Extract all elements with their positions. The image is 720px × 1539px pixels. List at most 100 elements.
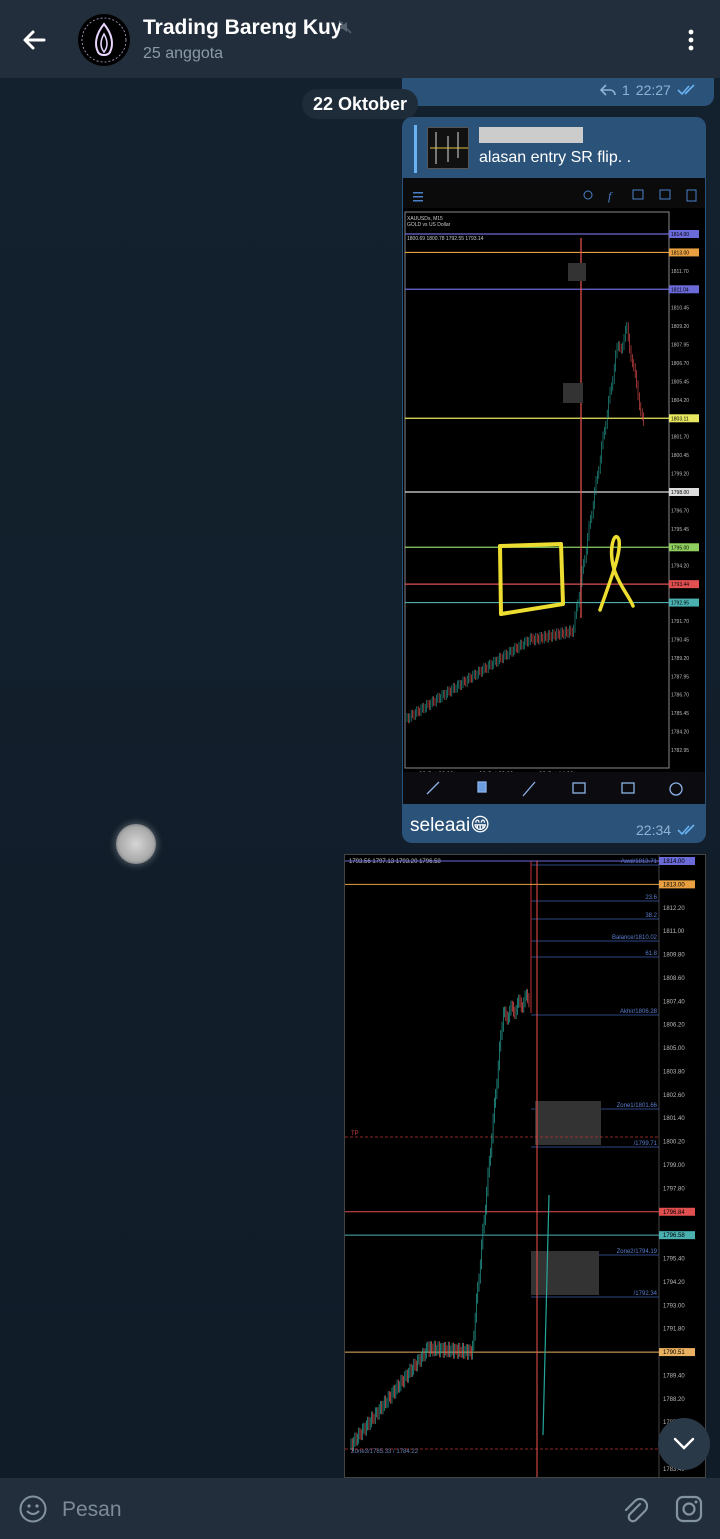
chart2-tp-label: TP bbox=[351, 1131, 359, 1137]
chart2-ohlc: 1793.56 1797.13 1793.20 1796.58 bbox=[349, 859, 441, 865]
chart-1-svg: f XAUUSDs, M15 GOLD vs US Dollar 1800.69… bbox=[403, 178, 705, 804]
chart1-zone-box bbox=[563, 383, 583, 403]
message-meta: 22:34 bbox=[636, 822, 697, 838]
chart2-price-label: 1794.20 bbox=[663, 1280, 685, 1286]
chart1-price-label: 1786.70 bbox=[671, 693, 689, 699]
chart1-price-label: 1792.95 bbox=[671, 601, 689, 607]
chart2-price-label: 1812.20 bbox=[663, 906, 685, 912]
chart1-price-label: 1799.20 bbox=[671, 472, 689, 478]
scroll-down-button[interactable] bbox=[658, 1418, 710, 1470]
flame-logo-icon bbox=[79, 15, 129, 65]
emoji-icon[interactable] bbox=[18, 1494, 48, 1524]
chart1-price-label: 1813.00 bbox=[671, 250, 689, 256]
message-caption: seleaai😁 bbox=[410, 815, 491, 836]
chart-screenshot-1[interactable]: f XAUUSDs, M15 GOLD vs US Dollar 1800.69… bbox=[403, 178, 705, 804]
chart2-price-label: 1790.51 bbox=[663, 1350, 685, 1356]
chart1-zone-box bbox=[568, 263, 586, 281]
chart2-price-label: 1797.80 bbox=[663, 1186, 685, 1192]
chart1-price-label: 1793.44 bbox=[671, 582, 689, 588]
chart2-price-label: 1803.80 bbox=[663, 1069, 685, 1075]
message-input[interactable]: Pesan bbox=[62, 1498, 122, 1522]
chart1-price-label: 1798.00 bbox=[671, 490, 689, 496]
chart1-price-label: 1794.20 bbox=[671, 564, 689, 570]
chart1-price-label: 1806.70 bbox=[671, 361, 689, 367]
double-check-icon bbox=[677, 84, 695, 96]
chart2-fib-label: /1799.71 bbox=[634, 1141, 658, 1147]
chart2-zone1-box bbox=[535, 1101, 601, 1145]
more-options-icon[interactable] bbox=[680, 28, 702, 52]
chart2-fib-label: Balance/1810.02 bbox=[612, 935, 658, 941]
chart1-price-label: 1814.00 bbox=[671, 232, 689, 238]
chart1-price-label: 1791.70 bbox=[671, 619, 689, 625]
floating-dot bbox=[116, 824, 156, 864]
chart2-price-label: 1809.80 bbox=[663, 953, 685, 959]
chart1-price-label: 1807.95 bbox=[671, 343, 689, 349]
chart2-fib-label: Akhir/1806.28 bbox=[620, 1009, 658, 1015]
chart1-price-label: 1803.11 bbox=[671, 416, 689, 422]
previous-message-meta: 1 22:27 bbox=[600, 82, 697, 98]
chart1-price-label: 1795.00 bbox=[671, 545, 689, 551]
chart2-price-label: 1791.80 bbox=[663, 1327, 685, 1333]
reply-preview[interactable]: alasan entry SR flip. . bbox=[414, 125, 694, 173]
chart1-price-label: 1811.70 bbox=[671, 269, 689, 275]
member-count: 25 anggota bbox=[143, 45, 224, 62]
back-arrow-icon[interactable] bbox=[18, 24, 50, 56]
chart2-fib-label: 38.2 bbox=[645, 913, 657, 919]
chart1-price-label: 1790.45 bbox=[671, 637, 689, 643]
reply-arrow-icon bbox=[600, 84, 616, 96]
chart1-price-label: 1804.20 bbox=[671, 398, 689, 404]
chart1-price-label: 1805.45 bbox=[671, 379, 689, 385]
chart-2-svg: 1793.56 1797.13 1793.20 1796.58 Awal/181… bbox=[345, 855, 705, 1477]
chart2-fib-label: Zone2/1794.19 bbox=[617, 1249, 658, 1255]
reply-preview-text: alasan entry SR flip. . bbox=[479, 149, 632, 166]
chart2-fib-label: 23.6 bbox=[645, 895, 657, 901]
chart2-price-label: 1793.00 bbox=[663, 1303, 685, 1309]
chart1-price-label: 1795.45 bbox=[671, 527, 689, 533]
chart2-fib-label: Zone1/1801.66 bbox=[617, 1103, 658, 1109]
chart1-price-label: 1785.45 bbox=[671, 711, 689, 717]
reply-count: 1 bbox=[622, 82, 630, 98]
chart2-price-label: 1802.60 bbox=[663, 1093, 685, 1099]
chart2-price-label: 1799.00 bbox=[663, 1163, 685, 1169]
chart2-fib-label: Awal/1813.71 bbox=[621, 859, 658, 865]
chart1-price-label: 1784.20 bbox=[671, 730, 689, 736]
chart1-price-label: 1789.20 bbox=[671, 656, 689, 662]
chart1-price-label: 1811.04 bbox=[671, 287, 689, 293]
chart2-price-label: 1808.60 bbox=[663, 976, 685, 982]
chevron-down-icon bbox=[673, 1437, 695, 1450]
chart1-price-label: 1782.95 bbox=[671, 748, 689, 754]
chart2-bottom-label: Zone3/1785.33 / 1784.22 bbox=[351, 1449, 419, 1455]
chart2-price-label: 1796.84 bbox=[663, 1210, 685, 1216]
group-avatar[interactable] bbox=[78, 14, 130, 66]
message-time: 22:27 bbox=[635, 82, 671, 98]
double-check-icon bbox=[677, 824, 695, 836]
chart2-price-label: 1806.20 bbox=[663, 1023, 685, 1029]
chat-title[interactable]: Trading Bareng Kuy bbox=[143, 16, 343, 40]
chart2-price-label: 1813.00 bbox=[663, 882, 685, 888]
chart2-price-label: 1814.00 bbox=[663, 859, 685, 865]
instagram-camera-icon[interactable] bbox=[674, 1494, 704, 1524]
attach-icon[interactable] bbox=[620, 1494, 648, 1524]
chart1-price-label: 1810.45 bbox=[671, 306, 689, 312]
chart2-fib-label: /1792.34 bbox=[634, 1291, 658, 1297]
muted-icon bbox=[338, 20, 352, 34]
date-separator: 22 Oktober bbox=[302, 89, 418, 119]
chart2-price-label: 1795.40 bbox=[663, 1257, 685, 1263]
chart2-zone2-box bbox=[531, 1251, 599, 1295]
chart1-price-label: 1801.70 bbox=[671, 435, 689, 441]
chart2-price-label: 1811.00 bbox=[663, 929, 685, 935]
chart2-fib-label: 61.8 bbox=[645, 951, 657, 957]
chart2-price-label: 1796.58 bbox=[663, 1233, 685, 1239]
chart2-price-label: 1805.00 bbox=[663, 1046, 685, 1052]
chart1-price-label: 1796.70 bbox=[671, 508, 689, 514]
chart1-symbol-desc: GOLD vs US Dollar bbox=[407, 222, 451, 228]
chart2-price-label: 1807.40 bbox=[663, 999, 685, 1005]
chart1-price-label: 1787.95 bbox=[671, 674, 689, 680]
chart1-ohlc: 1800.69 1800.78 1792.55 1793.14 bbox=[407, 236, 484, 242]
chart1-price-label: 1809.20 bbox=[671, 324, 689, 330]
chart-screenshot-2[interactable]: 1793.56 1797.13 1793.20 1796.58 Awal/181… bbox=[344, 854, 706, 1478]
chart2-price-label: 1788.20 bbox=[663, 1397, 685, 1403]
chart2-price-label: 1801.40 bbox=[663, 1116, 685, 1122]
chart2-price-label: 1800.20 bbox=[663, 1140, 685, 1146]
chart1-price-label: 1800.45 bbox=[671, 453, 689, 459]
